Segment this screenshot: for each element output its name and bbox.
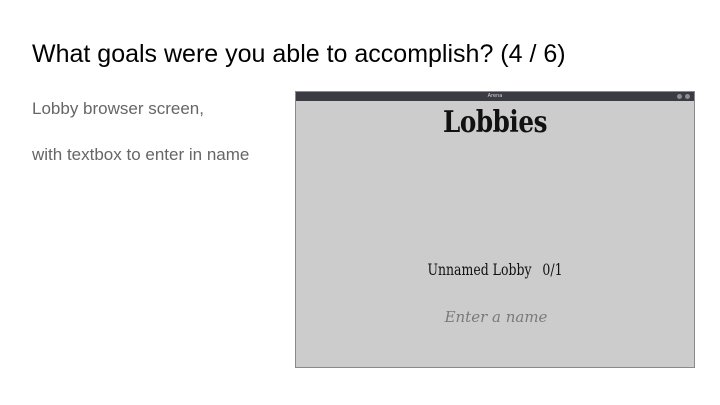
window-titlebar: Arena (296, 92, 694, 101)
lobbies-heading: Lobbies (442, 105, 548, 140)
close-icon[interactable] (685, 94, 690, 99)
lobby-player-count: 0/1 (542, 260, 563, 279)
slide-body: Lobby browser screen, with textbox to en… (32, 97, 249, 189)
name-input[interactable] (396, 305, 596, 329)
window-title: Arena (487, 93, 503, 99)
lobby-list-item[interactable]: Unnamed Lobby 0/1 (340, 260, 650, 279)
minimize-icon[interactable] (677, 94, 682, 99)
body-line-2: with textbox to enter in name (32, 145, 250, 164)
slide-title: What goals were you able to accomplish? … (32, 40, 566, 68)
body-line-1: Lobby browser screen, (32, 99, 204, 118)
game-window-screenshot: Arena Lobbies Unnamed Lobby 0/1 (295, 91, 695, 368)
lobby-name: Unnamed Lobby (427, 260, 532, 279)
